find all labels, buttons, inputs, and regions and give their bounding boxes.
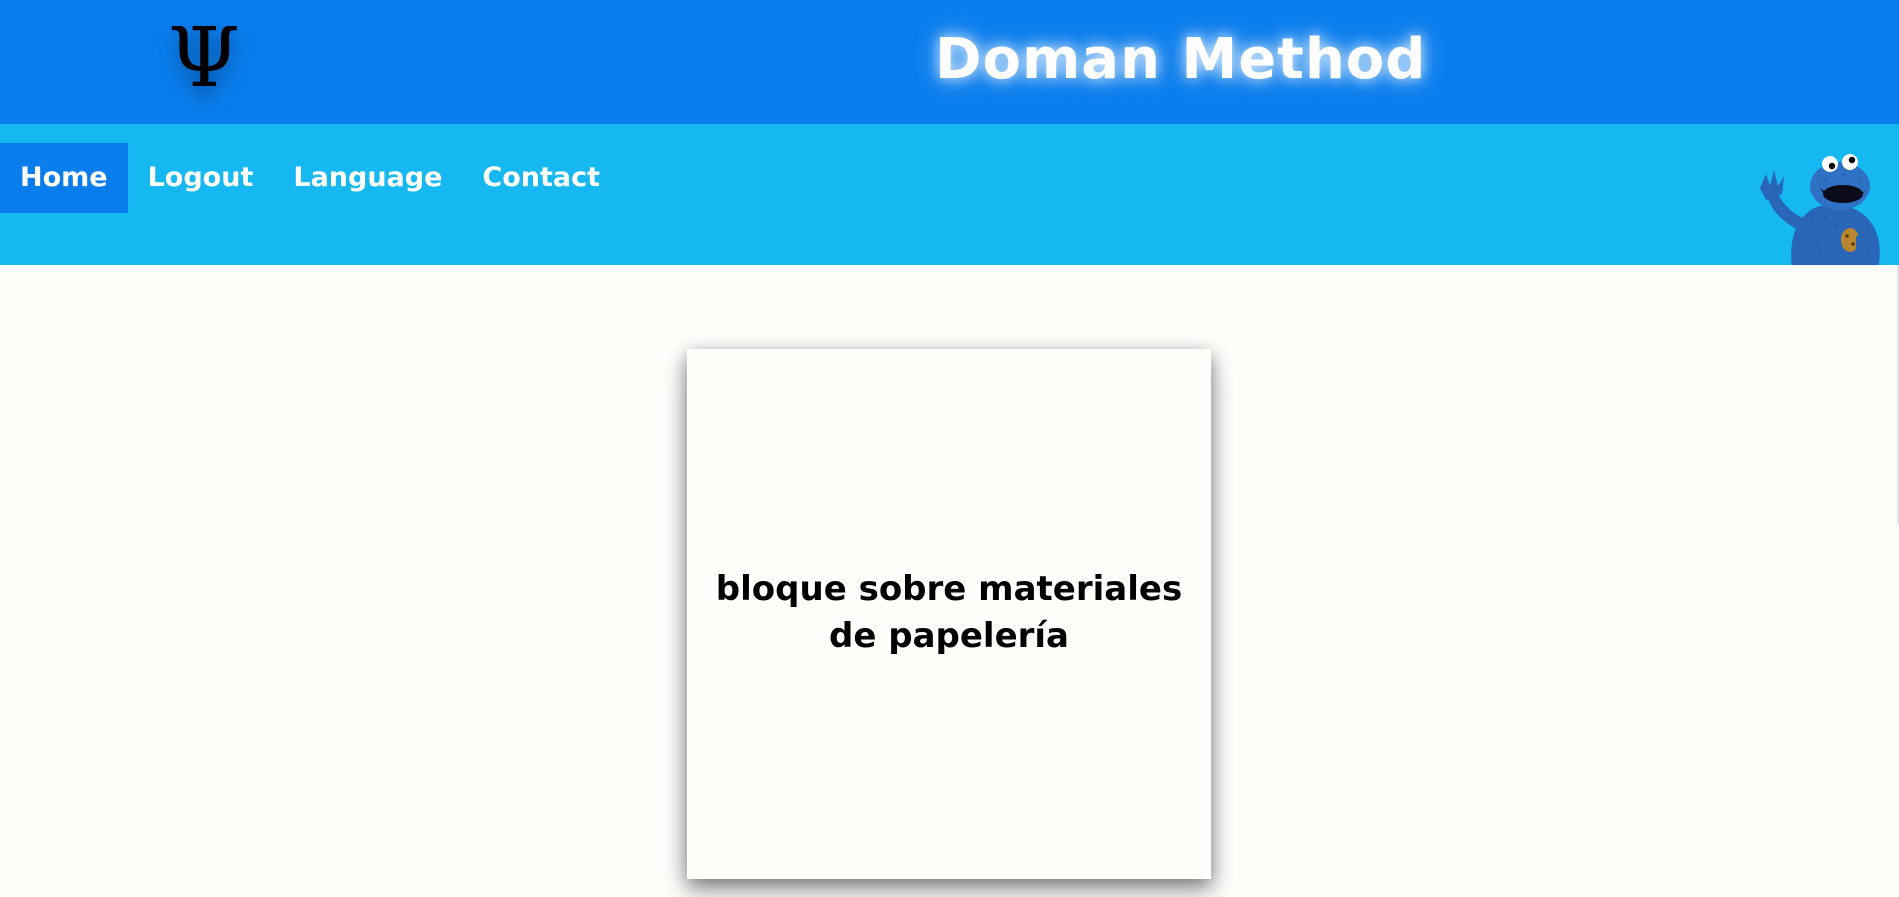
topic-card-label: bloque sobre materiales de papelería	[715, 569, 1183, 656]
nav-item-contact[interactable]: Contact	[462, 143, 620, 213]
nav-bar: Home Logout Language Contact	[0, 124, 1899, 265]
nav-item-home[interactable]: Home	[0, 143, 128, 213]
cookie-monster-icon	[1760, 154, 1880, 265]
nav-item-logout[interactable]: Logout	[128, 143, 274, 213]
psi-logo-icon[interactable]: Ψ	[168, 18, 240, 100]
nav-item-language[interactable]: Language	[273, 143, 462, 213]
nav-menu: Home Logout Language Contact	[0, 143, 620, 213]
topic-card[interactable]: bloque sobre materiales de papelería	[687, 349, 1211, 879]
header-bar: Ψ Doman Method	[0, 0, 1899, 124]
site-title: Doman Method	[935, 27, 1427, 92]
page: Ψ Doman Method Home Logout Language Cont…	[0, 0, 1899, 897]
